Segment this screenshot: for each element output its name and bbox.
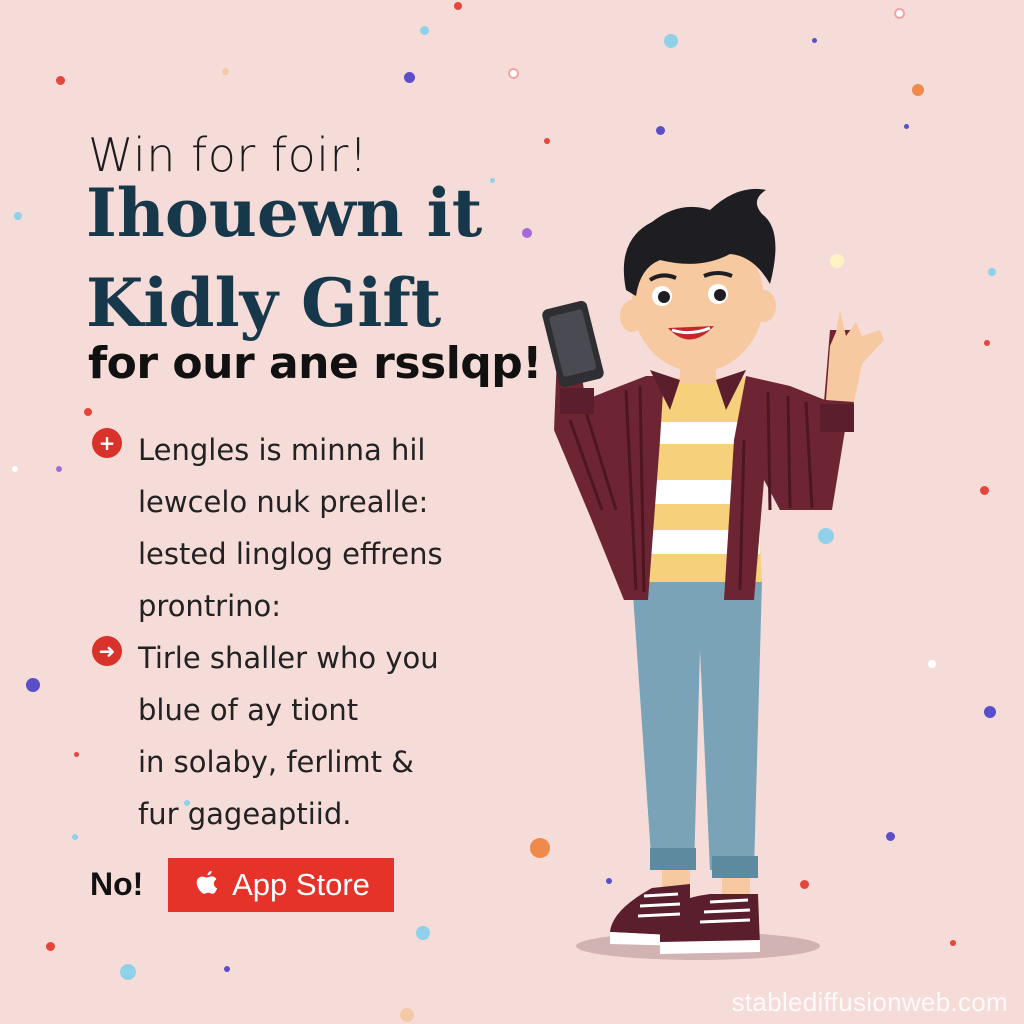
headline-line-1: Ihouewn it	[86, 174, 483, 252]
character-svg	[542, 188, 884, 960]
bullet-1-line-1: Lengles is minna hil	[138, 433, 426, 467]
headline: Ihouewn it Kidly Gift	[86, 168, 506, 348]
bullet-2-line-1: Tirle shaller who you	[138, 641, 439, 675]
character-illustration	[540, 180, 900, 970]
feature-bullet-2: ➜ Tirle shaller who you blue of ay tiont…	[92, 632, 439, 840]
bullet-1-line-2: lewcelo nuk prealle:	[138, 485, 429, 519]
feature-bullet-1: + Lengles is minna hil lewcelo nuk preal…	[92, 424, 443, 632]
app-store-button-label: App Store	[232, 867, 370, 902]
bullet-2-line-2: blue of ay tiont	[138, 693, 359, 727]
bullet-1-line-3: lested linglog effrens	[138, 537, 443, 571]
plus-icon: +	[92, 428, 122, 458]
app-store-button[interactable]: App Store	[168, 858, 394, 912]
cta-label: No!	[90, 866, 144, 902]
watermark-text: stablediffusionweb.com	[731, 987, 1008, 1017]
apple-icon	[196, 870, 218, 894]
headline-line-2: Kidly Gift	[86, 264, 442, 342]
bullet-2-line-4: fur gageaptiid.	[138, 797, 352, 831]
bullet-2-line-3: in solaby, ferlimt &	[138, 745, 414, 779]
arrow-right-icon: ➜	[92, 636, 122, 666]
subheadline: for our ane rsslqp!	[88, 338, 542, 389]
bullet-1-line-4: prontrino:	[138, 589, 282, 623]
